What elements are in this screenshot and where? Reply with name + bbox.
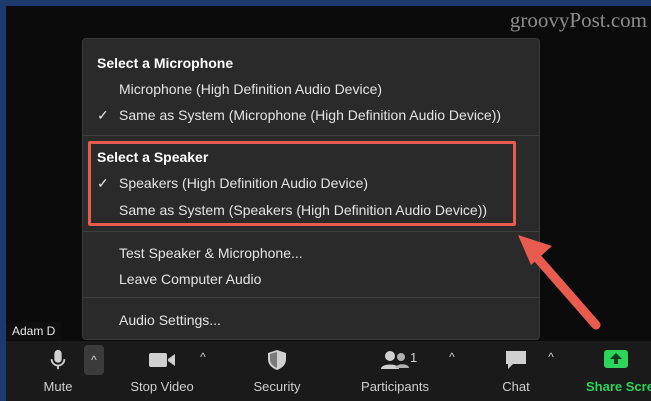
share-screen-icon [604,350,628,368]
participants-options-caret[interactable]: ^ [443,345,461,369]
zoom-window: groovyPost.com Select a Microphone Micro… [0,0,651,401]
share-screen-label: Share Screen [586,379,651,394]
participants-icon [381,351,409,369]
participants-button[interactable]: 1 Participants [352,341,438,401]
chat-options-caret[interactable]: ^ [542,345,560,369]
share-screen-button[interactable]: Share Screen [576,341,651,401]
stop-video-button[interactable]: Stop Video [122,341,202,401]
participants-label: Participants [361,379,429,394]
security-button[interactable]: Security [242,341,312,401]
audio-options-caret[interactable]: ^ [84,345,104,375]
shield-icon [268,350,286,370]
chat-button[interactable]: Chat [490,341,542,401]
video-options-caret[interactable]: ^ [194,345,212,369]
chat-bubble-icon [506,351,526,369]
video-camera-icon [149,353,175,367]
microphone-icon [50,349,66,370]
mute-label: Mute [43,379,73,394]
security-label: Security [253,379,301,394]
participants-count: 1 [410,350,418,365]
stop-video-label: Stop Video [130,379,194,394]
participant-name-tag: Adam D [6,322,62,340]
mute-button[interactable]: Mute [30,341,86,401]
meeting-toolbar: Mute ^ Stop Video ^ Security 1 Participa… [6,341,651,401]
chat-label: Chat [502,379,530,394]
